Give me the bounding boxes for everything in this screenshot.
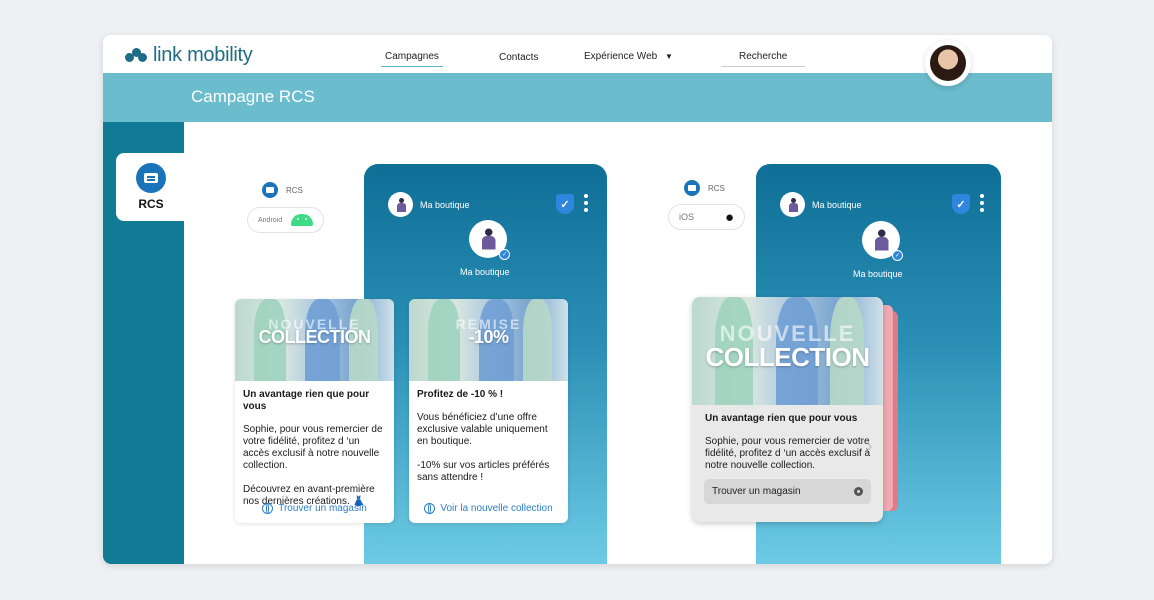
card-title: Profitez de -10 % ! <box>417 389 504 400</box>
logo-icon <box>125 47 147 64</box>
verified-badge-icon: ✓ <box>892 250 903 261</box>
nav-contacts[interactable]: Contacts <box>499 52 538 63</box>
app-window: link mobility Campagnes Contacts Expérie… <box>103 35 1052 564</box>
card-image-text: COLLECTION <box>705 342 871 372</box>
card-action-store[interactable]: Trouver un magasin <box>235 503 394 514</box>
platform-toggle-android[interactable]: Android <box>247 207 324 233</box>
globe-icon <box>262 503 274 514</box>
card-text: Sophie, pour vous remercier de votre fid… <box>705 436 871 471</box>
platform-label: Android <box>258 216 283 224</box>
page-header: Campagne RCS <box>103 73 1052 122</box>
card-title: Un avantage rien que pour vous <box>243 389 370 412</box>
card-text: Sophie, pour vous remercier de votre fid… <box>243 424 383 507</box>
channel-label-text: RCS <box>708 183 725 193</box>
rcs-chat-icon <box>136 163 166 193</box>
channel-label-text: RCS <box>286 185 303 195</box>
card-image: REMISE -10% <box>409 299 568 381</box>
brand-profile-avatar: ✓ <box>862 221 903 261</box>
rcs-chat-icon <box>262 182 278 198</box>
card-image-text: COLLECTION <box>258 327 372 347</box>
user-avatar[interactable] <box>925 40 971 86</box>
chevron-right-icon[interactable]: › <box>867 438 872 456</box>
globe-icon <box>424 503 436 514</box>
card-image-text: -10% <box>468 327 509 347</box>
apple-icon: ● <box>724 208 734 226</box>
brand-avatar <box>780 192 805 217</box>
nav-campagnes[interactable]: Campagnes <box>381 51 443 67</box>
boutique-logo-icon <box>788 197 798 212</box>
android-icon <box>291 214 313 226</box>
card-image: NOUVELLE COLLECTION <box>692 297 883 405</box>
sidebar-item-label: RCS <box>138 197 164 211</box>
user-photo <box>930 45 966 81</box>
boutique-logo-icon <box>874 229 889 251</box>
card-text: Vous bénéficiez d’une offre exclusive va… <box>417 412 550 483</box>
brand-avatar <box>388 192 413 217</box>
card-image: NOUVELLE COLLECTION <box>235 299 394 381</box>
brand-profile-avatar: ✓ <box>469 220 510 260</box>
brand-name-center: Ma boutique <box>853 269 903 279</box>
phone-header: Ma boutique <box>388 192 470 217</box>
boutique-logo-icon <box>481 228 496 250</box>
brand-name: Ma boutique <box>420 199 470 210</box>
card-action-label: Voir la nouvelle collection <box>440 503 553 514</box>
chevron-down-icon: ▼ <box>664 52 673 61</box>
card-action-label: Trouver un magasin <box>278 503 367 514</box>
nav-experience-web-label: Expérience Web <box>584 51 658 62</box>
top-navigation: link mobility Campagnes Contacts Expérie… <box>103 35 1052 73</box>
ios-channel-label: RCS <box>684 180 725 196</box>
more-options-icon[interactable] <box>584 194 588 212</box>
rcs-chat-icon <box>684 180 700 196</box>
brand-name-center: Ma boutique <box>460 267 510 277</box>
find-store-label: Trouver un magasin <box>712 486 801 497</box>
ios-rich-card[interactable]: NOUVELLE COLLECTION Un avantage rien que… <box>692 297 883 522</box>
rich-card-2[interactable]: REMISE -10% Profitez de -10 % ! Vous bén… <box>409 299 568 523</box>
verified-shield-icon: ✓ <box>952 194 970 214</box>
page-title: Campagne RCS <box>191 87 315 106</box>
logo[interactable]: link mobility <box>125 44 253 67</box>
platform-toggle-ios[interactable]: iOS ● <box>668 204 745 230</box>
sidebar-item-rcs[interactable]: RCS <box>116 153 186 221</box>
phone-header: Ma boutique <box>780 192 862 217</box>
more-options-icon[interactable] <box>980 194 984 212</box>
android-channel-label: RCS <box>262 182 303 198</box>
card-action-collection[interactable]: Voir la nouvelle collection <box>409 503 568 514</box>
verified-shield-icon: ✓ <box>556 194 574 214</box>
logo-text: link mobility <box>153 44 253 66</box>
brand-name: Ma boutique <box>812 199 862 210</box>
compass-icon <box>854 487 863 496</box>
find-store-button[interactable]: Trouver un magasin <box>704 479 871 504</box>
nav-experience-web[interactable]: Expérience Web ▼ <box>584 51 673 62</box>
boutique-logo-icon <box>396 197 406 212</box>
card-title: Un avantage rien que pour vous <box>705 413 858 424</box>
rich-card-1[interactable]: NOUVELLE COLLECTION Un avantage rien que… <box>235 299 394 523</box>
platform-label: iOS <box>679 212 695 222</box>
verified-badge-icon: ✓ <box>499 249 510 260</box>
nav-recherche[interactable]: Recherche <box>721 51 806 67</box>
